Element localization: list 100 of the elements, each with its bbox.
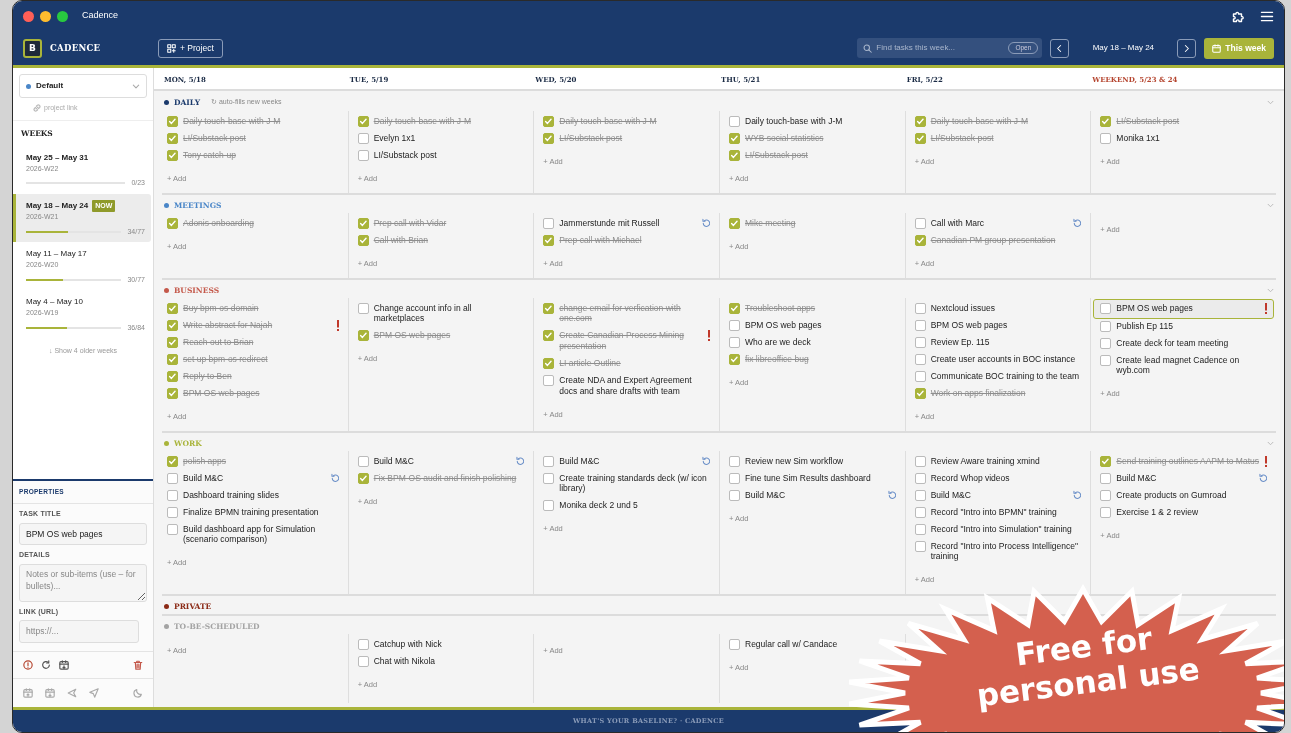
checkbox[interactable] — [357, 455, 369, 467]
checkbox[interactable] — [167, 523, 178, 535]
zoom-button[interactable] — [57, 10, 68, 22]
checkbox[interactable] — [914, 370, 926, 382]
checkbox[interactable] — [357, 330, 369, 342]
checkbox[interactable] — [357, 132, 369, 144]
new-project-button[interactable]: + Project — [158, 38, 223, 58]
task-title[interactable]: Build M&C — [1116, 472, 1157, 484]
task-title[interactable]: Record "Intro into Process Intelligence" training — [930, 540, 1082, 563]
checkbox[interactable] — [914, 336, 926, 348]
checkbox[interactable] — [729, 489, 740, 501]
checkbox[interactable] — [167, 489, 178, 501]
checkbox[interactable] — [357, 656, 369, 668]
task-title[interactable]: Review new Sim workflow — [745, 455, 844, 467]
previous-week-button[interactable] — [1050, 38, 1070, 58]
checkbox[interactable] — [167, 132, 178, 144]
task-title[interactable]: Troubleshoot apps — [745, 302, 816, 314]
task-title[interactable]: Fix BPM-OS audit and finish polishing — [373, 472, 517, 484]
next-week-button[interactable] — [1177, 38, 1197, 58]
send-icon[interactable] — [89, 688, 99, 698]
task-title[interactable]: BPM OS web pages — [183, 387, 260, 399]
checkbox[interactable] — [729, 455, 740, 467]
task-title[interactable]: polish apps — [183, 455, 226, 467]
task-title[interactable]: Jammerstunde mit Russell — [559, 217, 660, 229]
task-title[interactable]: Monika 1x1 — [1116, 132, 1160, 144]
checkbox[interactable] — [914, 455, 926, 467]
task-title[interactable]: Create lead magnet Cadence on wyb.com — [1116, 354, 1267, 377]
task-title[interactable]: Nextcloud issues — [930, 302, 995, 314]
checkbox[interactable] — [729, 115, 740, 127]
chevron-down-icon[interactable] — [1267, 99, 1274, 105]
task-title[interactable]: Send training outlines AAPM to Matus — [1116, 455, 1260, 467]
checkbox[interactable] — [543, 115, 555, 127]
details-field[interactable]: Notes or sub-items (use – for bullets)... — [19, 563, 147, 602]
calendar-up-icon[interactable] — [23, 688, 33, 698]
task-title[interactable]: LI/Substack post — [1116, 115, 1180, 127]
checkbox[interactable] — [914, 353, 926, 365]
moon-icon[interactable] — [133, 688, 143, 698]
checkbox[interactable] — [914, 217, 926, 229]
checkbox[interactable] — [167, 506, 178, 518]
checkbox[interactable] — [357, 217, 369, 229]
checkbox[interactable] — [543, 132, 555, 144]
chevron-down-icon[interactable] — [1267, 202, 1274, 208]
task-title[interactable]: Create products on Gumroad — [1116, 489, 1227, 501]
checkbox[interactable] — [543, 330, 555, 342]
task-title[interactable]: Mike meeting — [745, 217, 796, 229]
task-title[interactable]: WYB social statistics — [745, 132, 824, 144]
task-title[interactable]: Build M&C — [373, 455, 414, 467]
checkbox[interactable] — [1100, 303, 1112, 314]
checkbox[interactable] — [167, 455, 178, 467]
task-title[interactable]: Record Whop videos — [930, 472, 1010, 484]
task-title[interactable]: Regular call w/ Candace — [745, 639, 838, 651]
task-title[interactable]: Finalize BPMN training presentation — [183, 506, 319, 518]
task-title[interactable]: Monika deck 2 und 5 — [559, 500, 638, 512]
checkbox[interactable] — [357, 472, 369, 484]
checkbox[interactable] — [1100, 132, 1112, 144]
task-title[interactable]: Daily touch-base with J-M — [183, 115, 281, 127]
selected-task-row[interactable]: BPM OS web pages — [1094, 299, 1273, 318]
task-title[interactable]: Buy bpm-os domain — [183, 302, 259, 314]
checkbox[interactable] — [914, 540, 926, 552]
checkbox[interactable] — [729, 132, 740, 144]
calendar-icon[interactable] — [59, 660, 69, 670]
checkbox[interactable] — [167, 149, 178, 161]
task-title[interactable]: BPM OS web pages — [1116, 303, 1193, 314]
checkbox[interactable] — [729, 336, 740, 348]
chevron-down-icon[interactable] — [1267, 287, 1274, 293]
trash-icon[interactable] — [133, 660, 143, 670]
checkbox[interactable] — [1100, 354, 1112, 366]
task-title[interactable]: Reply to Ben — [183, 370, 232, 382]
task-title[interactable]: Daily touch-base with J-M — [745, 115, 843, 127]
checkbox[interactable] — [357, 115, 369, 127]
checkbox[interactable] — [167, 336, 178, 348]
task-title[interactable]: Build M&C — [930, 489, 971, 501]
checkbox[interactable] — [729, 302, 740, 314]
checkbox[interactable] — [543, 217, 555, 229]
menu-icon[interactable] — [1260, 9, 1274, 23]
checkbox[interactable] — [543, 500, 555, 512]
checkbox[interactable] — [167, 302, 178, 314]
checkbox[interactable] — [1100, 506, 1112, 518]
task-title[interactable]: Call with Marc — [930, 217, 985, 229]
task-title[interactable]: Canadian PM group presentation — [930, 234, 1056, 246]
close-button[interactable] — [23, 10, 34, 22]
task-title[interactable]: fix libreoffice bug — [745, 353, 809, 365]
checkbox[interactable] — [357, 302, 369, 314]
triangle-icon[interactable] — [67, 688, 77, 698]
checkbox[interactable] — [729, 149, 740, 161]
task-title[interactable]: set up bpm-os redirect — [183, 353, 268, 365]
task-title[interactable]: change email for verfication with one.com — [559, 302, 710, 325]
task-title[interactable]: BPM OS web pages — [373, 330, 451, 342]
task-title[interactable]: Create user accounts in BOC instance — [930, 353, 1076, 365]
task-title[interactable]: Daily touch-base with J-M — [559, 115, 657, 127]
task-title[interactable]: Create NDA and Expert Agreement docs and share drafts with team — [559, 375, 710, 397]
task-title[interactable]: Call with Brian — [373, 234, 428, 246]
task-title[interactable]: Exercise 1 & 2 review — [1116, 506, 1199, 518]
checkbox[interactable] — [914, 115, 926, 127]
checkbox[interactable] — [1100, 115, 1112, 127]
task-title[interactable]: Daily touch-base with J-M — [930, 115, 1028, 127]
checkbox[interactable] — [914, 319, 926, 331]
checkbox[interactable] — [914, 234, 926, 246]
checkbox[interactable] — [357, 639, 369, 651]
task-title[interactable]: Communicate BOC training to the team — [930, 370, 1079, 382]
